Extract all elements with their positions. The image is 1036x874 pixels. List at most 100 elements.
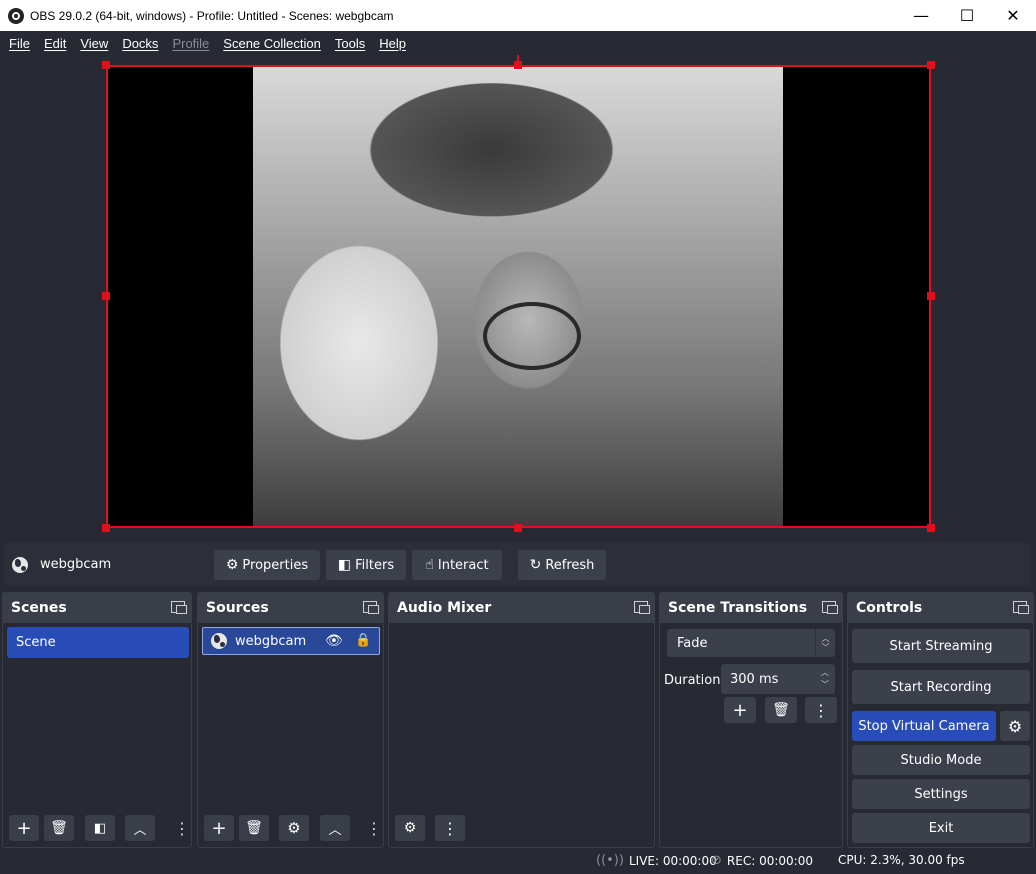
refresh-icon: ↻ [529,557,542,573]
source-properties-button[interactable]: ⚙ [279,815,309,841]
trash-icon: 🗑 [50,820,68,836]
resize-handle-top[interactable] [514,61,522,69]
rec-time: REC: 00:00:00 [726,853,813,868]
add-source-button[interactable]: + [204,815,234,841]
resize-handle-br[interactable] [927,524,935,532]
duration-value: 300 ms [730,671,779,687]
virtual-camera-config-button[interactable]: ⚙ [1000,711,1030,741]
duration-label: Duration [664,673,721,688]
chevron-up-icon: ︿ [328,822,342,838]
close-button[interactable]: ✕ [990,0,1036,31]
select-arrows-icon: ︿ ﹀ [815,629,835,657]
scene-transitions-dock-title: Scene Transitions [668,600,808,616]
transition-select[interactable]: Fade ︿ ﹀ [667,629,835,657]
undock-icon[interactable] [363,601,379,614]
source-selection-box[interactable] [106,65,931,528]
interact-button[interactable]: ☝ Interact [412,550,502,580]
refresh-button[interactable]: ↻ Refresh [518,550,606,580]
plus-icon: + [16,817,32,839]
resize-handle-right[interactable] [927,292,935,300]
audio-advanced-settings-button[interactable]: ⚙ [395,815,425,841]
menu-help[interactable]: Help [372,36,413,51]
undock-icon[interactable] [1013,601,1029,614]
menu-file[interactable]: File [2,36,37,51]
add-transition-button[interactable]: + [724,697,756,723]
menu-edit[interactable]: Edit [37,36,73,51]
trash-icon: 🗑 [245,820,263,836]
remove-scene-button[interactable]: 🗑 [44,815,74,841]
exit-button[interactable]: Exit [852,813,1030,843]
gears-icon: ⚙ [403,820,417,836]
gear-icon: ⚙ [225,557,239,573]
selected-source-name: webgbcam [40,557,112,572]
rec-disabled-icon: ⊘ [711,853,722,868]
resize-handle-tr[interactable] [927,61,935,69]
live-time: LIVE: 00:00:00 [628,853,717,868]
source-list-item[interactable]: webgbcam 👁 🔒 [202,627,380,655]
gear-icon: ⚙ [287,819,301,837]
studio-mode-button[interactable]: Studio Mode [852,745,1030,775]
obs-logo-icon [8,7,24,24]
transition-properties-button[interactable]: ⋮ [805,697,837,723]
add-scene-button[interactable]: + [9,815,39,841]
controls-dock: Controls Start Streaming Start Recording… [847,592,1034,848]
kebab-icon: ⋮ [442,818,458,838]
minimize-button[interactable]: — [898,0,944,31]
browser-source-icon [12,556,28,573]
duration-spinbox[interactable]: 300 ms ︿ ﹀ [721,664,835,694]
live-signal-icon: ((•)) [596,853,624,868]
audio-mixer-menu-button[interactable]: ⋮ [435,815,465,841]
start-recording-button[interactable]: Start Recording [852,670,1030,704]
start-streaming-button[interactable]: Start Streaming [852,629,1030,663]
sources-dock-title: Sources [206,600,269,616]
menu-view[interactable]: View [73,36,115,51]
lock-icon[interactable]: 🔒 [355,633,371,648]
filter-icon: ◧ [337,557,352,573]
resize-handle-bl[interactable] [102,524,110,532]
remove-source-button[interactable]: 🗑 [239,815,269,841]
trash-icon: 🗑 [772,702,790,718]
gear-icon: ⚙ [1007,716,1023,736]
audio-mixer-dock: Audio Mixer ⚙ ⋮ [388,592,655,848]
filter-icon: ◧ [93,820,107,836]
menu-tools[interactable]: Tools [328,36,372,51]
menu-profile[interactable]: Profile [165,36,216,51]
scenes-more-icon[interactable]: ⋮ [174,815,190,841]
move-scene-up-button[interactable]: ︿ [125,815,155,841]
properties-button[interactable]: ⚙ Properties [214,550,320,580]
kebab-icon: ⋮ [813,700,829,720]
scenes-dock-title: Scenes [11,600,67,616]
undock-icon[interactable] [634,601,650,614]
eye-icon[interactable]: 👁 [325,633,343,649]
scene-list-item[interactable]: Scene [7,627,189,658]
source-name: webgbcam [235,633,307,649]
stop-virtual-camera-button[interactable]: Stop Virtual Camera [852,711,996,741]
remove-transition-button[interactable]: 🗑 [765,697,797,723]
resize-handle-tl[interactable] [102,61,110,69]
scene-filters-button[interactable]: ◧ [85,815,115,841]
scenes-dock: Scenes Scene + 🗑 ◧ ︿ ⋮ [2,592,192,848]
scene-transitions-dock: Scene Transitions Fade ︿ ﹀ Duration 300 m… [659,592,843,848]
menu-scene-collection[interactable]: Scene Collection [216,36,328,51]
cpu-fps: CPU: 2.3%, 30.00 fps [838,853,965,867]
menu-docks[interactable]: Docks [115,36,165,51]
settings-button[interactable]: Settings [852,779,1030,809]
resize-handle-bottom[interactable] [514,524,522,532]
controls-dock-title: Controls [856,600,923,616]
resize-handle-left[interactable] [102,292,110,300]
undock-icon[interactable] [822,601,838,614]
menu-bar: File Edit View Docks Profile Scene Colle… [0,31,1036,55]
maximize-button[interactable]: ☐ [944,0,990,31]
plus-icon: + [211,817,227,839]
undock-icon[interactable] [171,601,187,614]
transition-selected-value: Fade [677,635,708,651]
pointer-hand-icon: ☝ [425,557,434,573]
browser-source-icon [211,633,227,649]
sources-more-icon[interactable]: ⋮ [366,815,382,841]
spin-arrows-icon[interactable]: ︿ ﹀ [815,664,835,694]
move-source-up-button[interactable]: ︿ [320,815,350,841]
source-toolbar: webgbcam ⚙ Properties ◧ Filters ☝ Intera… [4,543,1030,586]
filters-button[interactable]: ◧ Filters [326,550,406,580]
audio-mixer-dock-title: Audio Mixer [397,600,492,616]
rotate-handle[interactable] [517,55,519,61]
